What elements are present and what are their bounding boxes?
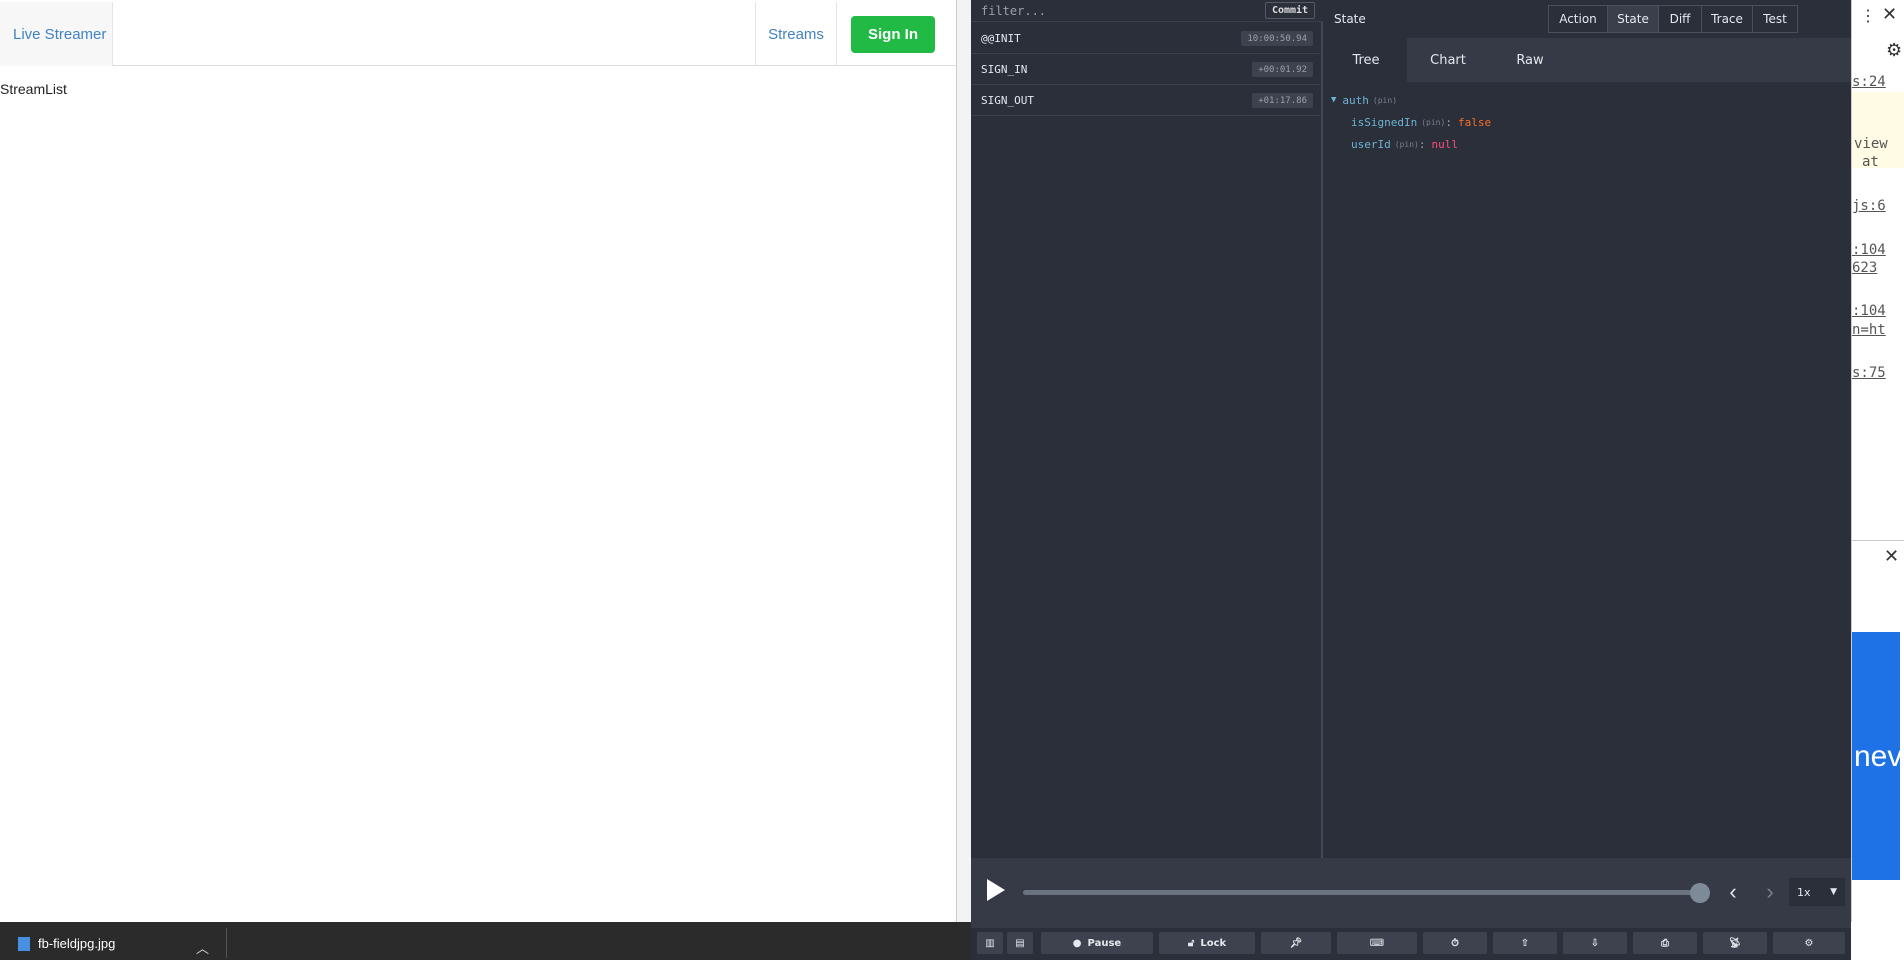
tree-value: false (1457, 115, 1492, 129)
console-text: view (1854, 136, 1888, 152)
preview-image: nev (1852, 632, 1900, 880)
close-icon[interactable]: ✕ (1882, 4, 1897, 25)
tree-key: userId (1351, 137, 1391, 151)
action-row-init[interactable]: @@INIT 10:00:50.94 (971, 24, 1323, 54)
sign-in-button[interactable]: Sign In (851, 16, 935, 53)
pin-icon[interactable]: 📌︎ (1261, 932, 1331, 954)
source-link[interactable]: s:24 (1852, 74, 1886, 90)
print-icon[interactable]: ⎙ (1633, 932, 1697, 954)
tab-trace[interactable]: Trace (1701, 5, 1753, 33)
subtab-raw[interactable]: Raw (1489, 38, 1571, 82)
settings-gear-icon[interactable]: ⚙ (1773, 932, 1845, 954)
brand-link[interactable]: Live Streamer (0, 2, 113, 66)
devtools-divider[interactable] (956, 0, 972, 922)
state-title: State (1334, 12, 1366, 26)
speed-value: 1x (1797, 885, 1811, 899)
view-subtabs: Tree Chart Raw (1325, 38, 1851, 82)
tree-key: isSignedIn (1351, 115, 1418, 129)
source-link[interactable]: :104 (1852, 242, 1886, 258)
tree-colon: : (1418, 137, 1426, 151)
downloads-bar (0, 922, 971, 960)
image-text: nev (1854, 740, 1900, 773)
app-viewport: Live Streamer Streams Sign In StreamList (0, 0, 956, 922)
tab-diff[interactable]: Diff (1658, 5, 1702, 33)
layout-left-icon[interactable]: ▥ (977, 932, 1003, 954)
devtools-toolbar: ▥ ▤ ● Pause 🔓︎ Lock 📌︎ ⌨ ⏱ ⇧ ⇩ ⎙ 📡︎ ⚙ (971, 928, 1851, 960)
previous-action-icon[interactable]: ‹ (1723, 879, 1743, 904)
action-time: 10:00:50.94 (1241, 31, 1313, 46)
tree-value: null (1431, 137, 1458, 151)
browser-console-edge: ⋮ ✕ ⚙ s:24 view at js:6 :104 623 :104 n=… (1851, 0, 1904, 922)
nav-streams-link[interactable]: Streams (755, 2, 837, 66)
pause-icon: ● (1072, 937, 1082, 949)
lock-label: Lock (1200, 937, 1227, 949)
source-link[interactable]: s:75 (1852, 365, 1886, 381)
pause-button[interactable]: ● Pause (1041, 932, 1153, 954)
stream-list-text: StreamList (0, 81, 67, 97)
timeline-handle[interactable] (1690, 883, 1710, 903)
expand-arrow-icon[interactable]: ▼ (1331, 95, 1336, 105)
divider (226, 928, 227, 958)
chevron-down-icon: ▼ (1830, 887, 1837, 897)
lock-button[interactable]: 🔓︎ Lock (1159, 932, 1255, 954)
subtab-tree[interactable]: Tree (1325, 38, 1407, 82)
console-text: at (1862, 154, 1879, 170)
speed-select[interactable]: 1x ▼ (1789, 878, 1845, 906)
divider (1852, 540, 1904, 541)
source-link[interactable]: :104 (1852, 303, 1886, 319)
tree-node-auth[interactable]: ▼ auth (pin) (1331, 90, 1397, 110)
action-time: +00:01.92 (1252, 62, 1313, 77)
action-name: SIGN_IN (981, 63, 1028, 76)
upload-icon[interactable]: ⇧ (1493, 932, 1557, 954)
actions-list-panel: Commit @@INIT 10:00:50.94 SIGN_IN +00:01… (971, 0, 1323, 858)
subtab-chart[interactable]: Chart (1407, 38, 1489, 82)
pin-link[interactable]: (pin) (1395, 140, 1419, 149)
tab-test[interactable]: Test (1752, 5, 1798, 33)
state-header: State Action State Diff Trace Test (1325, 0, 1851, 38)
remote-icon[interactable]: 📡︎ (1703, 932, 1767, 954)
action-name: @@INIT (981, 32, 1021, 45)
file-icon (18, 936, 30, 951)
source-link[interactable]: n=ht (1852, 322, 1886, 338)
source-link[interactable]: js:6 (1852, 198, 1886, 214)
slider-bar: ‹ › 1x ▼ (971, 858, 1851, 928)
lock-icon: 🔓︎ (1187, 937, 1195, 949)
gear-icon[interactable]: ⚙ (1886, 40, 1902, 61)
action-row-sign-in[interactable]: SIGN_IN +00:01.92 (971, 55, 1323, 85)
tab-state[interactable]: State (1607, 5, 1659, 33)
download-item[interactable]: fb-fieldjpg.jpg (18, 936, 115, 951)
state-panel: State Action State Diff Trace Test Tree … (1325, 0, 1851, 858)
play-icon[interactable] (983, 876, 1007, 904)
chevron-up-icon[interactable]: ︿ (196, 938, 209, 957)
source-link[interactable]: 623 (1852, 260, 1877, 276)
pin-link[interactable]: (pin) (1373, 96, 1397, 105)
pause-label: Pause (1087, 937, 1122, 949)
tree-colon: : (1445, 115, 1452, 129)
pin-link[interactable]: (pin) (1421, 118, 1445, 127)
next-action-icon[interactable]: › (1760, 879, 1780, 904)
layout-bottom-icon[interactable]: ▤ (1007, 932, 1033, 954)
download-icon[interactable]: ⇩ (1563, 932, 1627, 954)
navbar: Live Streamer Streams Sign In (0, 2, 956, 66)
redux-devtools-panel: Commit @@INIT 10:00:50.94 SIGN_IN +00:01… (971, 0, 1851, 960)
commit-button[interactable]: Commit (1265, 2, 1315, 19)
keyboard-icon[interactable]: ⌨ (1337, 932, 1417, 954)
tab-action[interactable]: Action (1548, 5, 1608, 33)
tree-node-is-signed-in: isSignedIn (pin) : false (1351, 112, 1491, 132)
action-time: +01:17.86 (1252, 93, 1313, 108)
action-name: SIGN_OUT (981, 94, 1034, 107)
tree-key: auth (1342, 93, 1369, 107)
timer-off-icon[interactable]: ⏱ (1423, 932, 1487, 954)
tree-node-user-id: userId (pin) : null (1351, 134, 1458, 154)
close-drawer-icon[interactable]: ✕ (1884, 546, 1899, 567)
action-row-sign-out[interactable]: SIGN_OUT +01:17.86 (971, 86, 1323, 116)
download-file-name: fb-fieldjpg.jpg (38, 936, 116, 951)
more-vert-icon[interactable]: ⋮ (1860, 6, 1876, 26)
timeline-track[interactable] (1023, 890, 1699, 895)
